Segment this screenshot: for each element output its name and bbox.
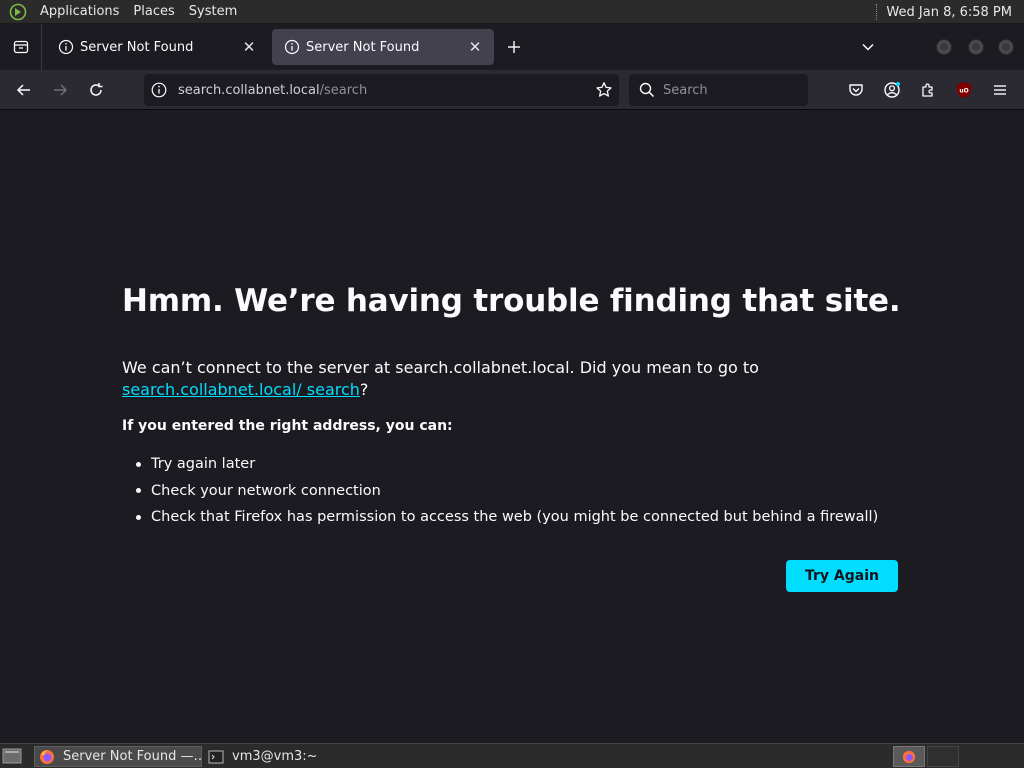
reload-icon bbox=[90, 83, 103, 96]
arrow-right-icon bbox=[54, 84, 68, 96]
pocket-button[interactable] bbox=[842, 76, 870, 104]
back-button[interactable] bbox=[10, 76, 38, 104]
arrow-left-icon bbox=[16, 84, 30, 96]
maximize-window-button[interactable] bbox=[968, 39, 984, 55]
bullet-icon bbox=[136, 461, 141, 467]
search-input[interactable]: Search bbox=[629, 74, 808, 106]
puzzle-icon bbox=[922, 83, 933, 97]
taskbar-item-terminal[interactable]: vm3@vm3:~ bbox=[204, 746, 372, 767]
suggestion-text: Check your network connection bbox=[151, 482, 381, 499]
account-button[interactable] bbox=[878, 76, 906, 104]
terminal-icon bbox=[208, 750, 224, 763]
page-content: Hmm. We’re having trouble finding that s… bbox=[0, 111, 1024, 743]
firefox-icon bbox=[40, 749, 54, 764]
tab-title: Server Not Found bbox=[80, 39, 194, 55]
bullet-icon bbox=[136, 514, 141, 520]
new-tab-button[interactable] bbox=[500, 33, 528, 61]
suggestions-heading: If you entered the right address, you ca… bbox=[122, 418, 453, 434]
tab-server-not-found-1[interactable]: Server Not Found ✕ bbox=[46, 29, 268, 65]
url-host: search.collabnet.local bbox=[178, 82, 320, 98]
pocket-icon bbox=[849, 84, 863, 96]
taskbar: Server Not Found —… vm3@vm3:~ bbox=[0, 743, 1024, 768]
places-menu[interactable]: Places bbox=[126, 4, 181, 19]
navigation-toolbar: search.collabnet.local/search Search uO bbox=[0, 70, 1024, 110]
show-desktop-icon[interactable] bbox=[2, 747, 22, 765]
task-title: vm3@vm3:~ bbox=[232, 749, 318, 764]
panel-grip bbox=[876, 4, 878, 20]
bookmark-star-icon[interactable] bbox=[595, 81, 613, 99]
clock[interactable]: Wed Jan 8, 6:58 PM bbox=[876, 0, 1024, 24]
list-item: Check that Firefox has permission to acc… bbox=[136, 504, 878, 531]
chevron-down-icon bbox=[862, 43, 874, 51]
distro-logo-icon[interactable] bbox=[9, 3, 27, 21]
tab-close-icon[interactable]: ✕ bbox=[466, 38, 484, 56]
forward-button[interactable] bbox=[46, 76, 74, 104]
task-title: Server Not Found —… bbox=[63, 749, 202, 764]
list-item: Try again later bbox=[136, 451, 878, 478]
tab-close-icon[interactable]: ✕ bbox=[240, 38, 258, 56]
firefox-view-icon bbox=[13, 40, 28, 54]
ublock-origin-button[interactable]: uO bbox=[950, 76, 978, 104]
error-description-end: ? bbox=[359, 380, 369, 399]
list-all-tabs-button[interactable] bbox=[856, 33, 880, 61]
minimize-window-button[interactable] bbox=[936, 39, 952, 55]
extensions-button[interactable] bbox=[914, 76, 942, 104]
search-placeholder: Search bbox=[663, 82, 708, 98]
list-item: Check your network connection bbox=[136, 478, 878, 505]
workspace-2[interactable] bbox=[927, 746, 959, 767]
suggestion-text: Check that Firefox has permission to acc… bbox=[151, 509, 879, 526]
account-icon bbox=[884, 82, 900, 98]
suggestion-text: Try again later bbox=[151, 456, 256, 473]
search-icon bbox=[639, 82, 655, 98]
hamburger-menu-icon bbox=[994, 85, 1006, 95]
tab-server-not-found-2[interactable]: Server Not Found ✕ bbox=[272, 29, 494, 65]
bullet-icon bbox=[136, 488, 141, 494]
tab-strip: Server Not Found ✕ Server Not Found ✕ bbox=[0, 24, 1024, 70]
applications-menu[interactable]: Applications bbox=[33, 4, 126, 19]
firefox-icon bbox=[902, 750, 916, 763]
suggested-url-link[interactable]: search.collabnet.local/ search bbox=[122, 380, 360, 399]
top-panel: Applications Places System Wed Jan 8, 6:… bbox=[0, 0, 1024, 24]
system-menu[interactable]: System bbox=[182, 4, 244, 19]
suggestions-list: Try again later Check your network conne… bbox=[136, 451, 878, 531]
info-icon bbox=[58, 39, 74, 55]
taskbar-item-firefox[interactable]: Server Not Found —… bbox=[34, 746, 202, 767]
close-window-button[interactable] bbox=[998, 39, 1014, 55]
error-title: Hmm. We’re having trouble finding that s… bbox=[122, 283, 901, 319]
reload-button[interactable] bbox=[82, 76, 110, 104]
tab-title: Server Not Found bbox=[306, 39, 420, 55]
clock-text: Wed Jan 8, 6:58 PM bbox=[886, 4, 1012, 20]
info-icon bbox=[284, 39, 300, 55]
site-info-icon[interactable] bbox=[150, 81, 168, 99]
app-menu-button[interactable] bbox=[986, 76, 1014, 104]
svg-text:uO: uO bbox=[959, 88, 968, 95]
ublock-shield-icon: uO bbox=[957, 82, 971, 98]
firefox-view-button[interactable] bbox=[0, 24, 42, 70]
error-description-text: We can’t connect to the server at search… bbox=[122, 358, 759, 377]
try-again-button[interactable]: Try Again bbox=[786, 560, 898, 592]
plus-icon bbox=[508, 41, 520, 53]
workspace-1[interactable] bbox=[893, 746, 925, 767]
error-description: We can’t connect to the server at search… bbox=[122, 357, 912, 401]
url-path: /search bbox=[319, 82, 368, 98]
url-bar[interactable]: search.collabnet.local/search bbox=[144, 74, 619, 106]
